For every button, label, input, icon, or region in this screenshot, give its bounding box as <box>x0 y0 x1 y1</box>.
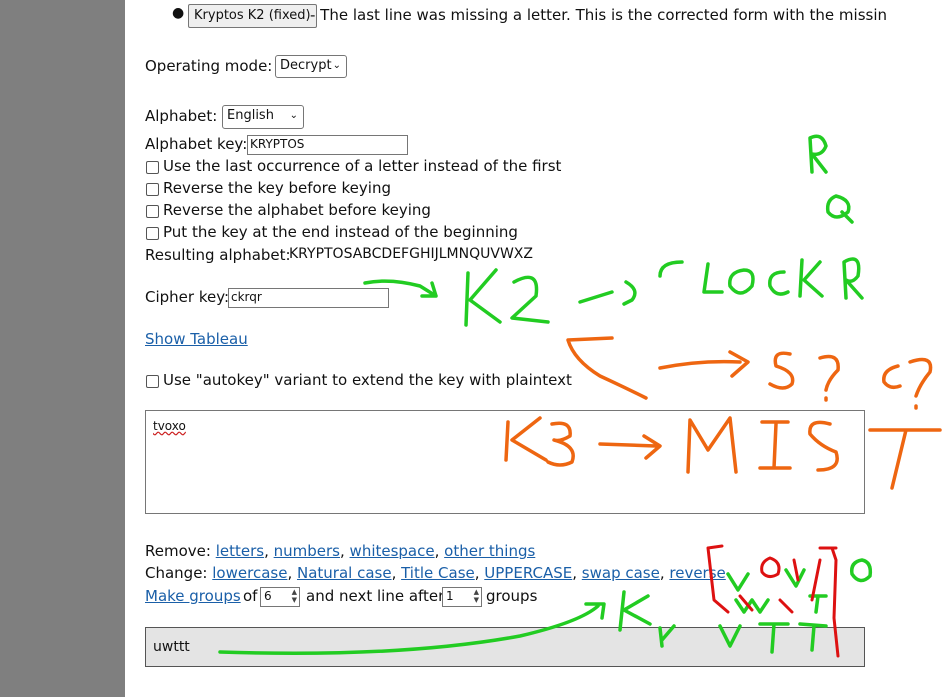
green-k2 <box>464 268 550 327</box>
red-box-right <box>818 546 840 658</box>
orange-c-question <box>882 357 933 410</box>
red-bracket-left <box>706 544 730 614</box>
green-arrow-clock <box>578 280 637 306</box>
orange-bracket-arrow <box>566 336 750 400</box>
green-letters-stack <box>718 568 828 654</box>
red-letter-marks <box>738 556 822 614</box>
orange-question <box>818 354 840 402</box>
green-letter-o <box>849 558 873 583</box>
orange-annotations <box>504 336 942 490</box>
orange-mist <box>686 416 942 490</box>
orange-arrow-k3 <box>598 434 662 460</box>
green-k4 <box>218 590 676 656</box>
orange-s <box>768 351 795 390</box>
green-clockr <box>658 257 864 300</box>
green-arrow-cipher <box>363 279 438 298</box>
handwritten-annotations <box>218 134 942 658</box>
green-letter-q <box>825 194 854 224</box>
orange-k3 <box>504 416 575 467</box>
green-letter-r-top <box>808 134 828 174</box>
